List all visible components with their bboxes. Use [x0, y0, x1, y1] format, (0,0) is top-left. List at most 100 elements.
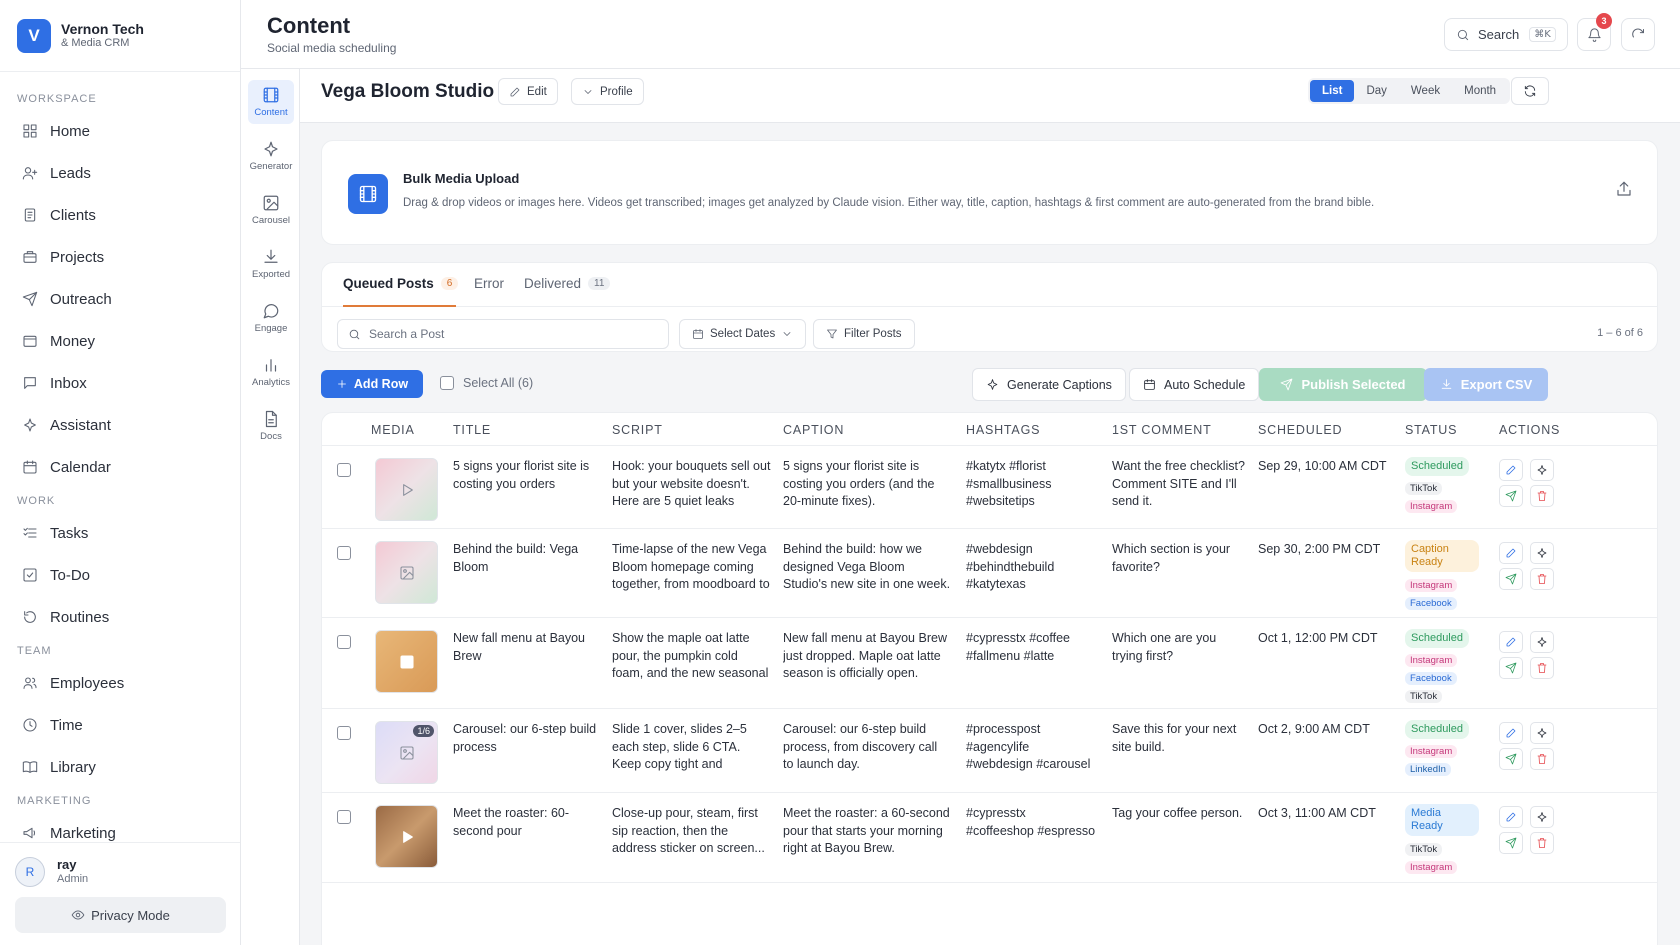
delete-row-button[interactable] [1530, 485, 1554, 507]
publish-row-button[interactable] [1499, 832, 1523, 854]
sidebar-item-projects[interactable]: Projects [0, 236, 240, 278]
publish-row-button[interactable] [1499, 485, 1523, 507]
clipboard-icon [22, 207, 38, 223]
view-week-button[interactable]: Week [1399, 80, 1452, 102]
sidebar-item-money[interactable]: Money [0, 320, 240, 362]
row-checkbox[interactable] [337, 810, 351, 824]
view-day-button[interactable]: Day [1354, 80, 1398, 102]
publish-row-button[interactable] [1499, 748, 1523, 770]
tab-delivered[interactable]: Delivered 11 [524, 276, 611, 291]
brand[interactable]: V Vernon Tech & Media CRM [0, 0, 240, 72]
rail-item-analytics[interactable]: Analytics [248, 350, 294, 394]
post-search-input[interactable]: Search a Post [337, 319, 669, 349]
rail-item-label: Docs [260, 431, 282, 442]
rail-item-docs[interactable]: Docs [248, 404, 294, 448]
table-row[interactable]: 5 signs your florist site is costing you… [322, 446, 1657, 529]
publish-row-button[interactable] [1499, 657, 1523, 679]
media-thumbnail[interactable] [375, 541, 438, 604]
sidebar-item-routines[interactable]: Routines [0, 596, 240, 638]
pencil-icon [1505, 547, 1517, 559]
select-dates-button[interactable]: Select Dates [679, 319, 807, 349]
sidebar-item-to-do[interactable]: To-Do [0, 554, 240, 596]
filter-posts-button[interactable]: Filter Posts [813, 319, 915, 349]
delete-row-button[interactable] [1530, 657, 1554, 679]
sidebar-item-library[interactable]: Library [0, 746, 240, 788]
rail-item-exported[interactable]: Exported [248, 242, 294, 286]
sidebar-item-tasks[interactable]: Tasks [0, 512, 240, 554]
generate-captions-button[interactable]: Generate Captions [972, 368, 1126, 401]
add-row-button[interactable]: Add Row [321, 370, 423, 398]
table-row[interactable]: Behind the build: Vega Bloom Time-lapse o… [322, 529, 1657, 618]
rail-item-generator[interactable]: Generator [248, 134, 294, 178]
search-icon [1456, 28, 1470, 42]
row-checkbox[interactable] [337, 635, 351, 649]
media-thumbnail[interactable] [375, 458, 438, 521]
edit-row-button[interactable] [1499, 806, 1523, 828]
edit-row-button[interactable] [1499, 631, 1523, 653]
checkbox[interactable] [440, 376, 454, 390]
post-scheduled-time: Sep 30, 2:00 PM CDT [1258, 542, 1381, 556]
generate-captions-label: Generate Captions [1007, 377, 1112, 392]
refresh-button[interactable] [1511, 77, 1549, 105]
rail-item-content[interactable]: Content [248, 80, 294, 124]
row-checkbox[interactable] [337, 546, 351, 560]
sidebar-item-clients[interactable]: Clients [0, 194, 240, 236]
sidebar-item-outreach[interactable]: Outreach [0, 278, 240, 320]
generate-row-button[interactable] [1530, 806, 1554, 828]
table-row[interactable]: 1/6 Carousel: our 6-step build process Sli… [322, 709, 1657, 793]
sidebar-item-employees[interactable]: Employees [0, 662, 240, 704]
studio-bar: Vega Bloom Studio Edit Profile List Day We… [300, 69, 1680, 123]
edit-row-button[interactable] [1499, 459, 1523, 481]
redo-button[interactable] [1621, 18, 1655, 51]
sidebar-item-home[interactable]: Home [0, 110, 240, 152]
media-thumbnail[interactable]: 1/6 [375, 721, 438, 784]
user-profile[interactable]: R ray Admin [0, 843, 240, 887]
sidebar-item-assistant[interactable]: Assistant [0, 404, 240, 446]
upload-card-icon-box [348, 174, 388, 214]
table-row[interactable]: Meet the roaster: 60-second pour Close-up… [322, 793, 1657, 883]
rail-item-carousel[interactable]: Carousel [248, 188, 294, 232]
sidebar-item-leads[interactable]: Leads [0, 152, 240, 194]
image-icon [262, 194, 280, 212]
notifications-button[interactable]: 3 [1577, 13, 1612, 51]
table-row[interactable]: New fall menu at Bayou Brew Show the mapl… [322, 618, 1657, 709]
upload-button[interactable] [1615, 180, 1633, 198]
publish-selected-button[interactable]: Publish Selected [1259, 368, 1427, 401]
post-scheduled-time: Sep 29, 10:00 AM CDT [1258, 459, 1387, 473]
tab-queued-posts[interactable]: Queued Posts 6 [343, 276, 459, 291]
delete-row-button[interactable] [1530, 832, 1554, 854]
profile-dropdown-button[interactable]: Profile [571, 78, 644, 105]
edit-row-button[interactable] [1499, 722, 1523, 744]
media-thumbnail[interactable] [375, 630, 438, 693]
edit-row-button[interactable] [1499, 542, 1523, 564]
rail-item-engage[interactable]: Engage [248, 296, 294, 340]
view-month-button[interactable]: Month [1452, 80, 1508, 102]
generate-row-button[interactable] [1530, 542, 1554, 564]
view-list-button[interactable]: List [1310, 80, 1355, 102]
sidebar-item-calendar[interactable]: Calendar [0, 446, 240, 488]
publish-row-button[interactable] [1499, 568, 1523, 590]
global-search-button[interactable]: Search ⌘K [1444, 18, 1568, 51]
post-title: Carousel: our 6-step build process [453, 722, 597, 754]
delete-row-button[interactable] [1530, 568, 1554, 590]
export-csv-button[interactable]: Export CSV [1424, 368, 1548, 401]
bulk-actions-row: Add Row Select All (6) Generate Captions… [300, 368, 1680, 401]
sidebar-item-marketing[interactable]: Marketing [0, 812, 240, 842]
bulk-upload-dropzone[interactable]: Bulk Media Upload Drag & drop videos or … [321, 140, 1658, 245]
send-icon [1505, 837, 1517, 849]
edit-studio-button[interactable]: Edit [498, 78, 558, 105]
generate-row-button[interactable] [1530, 722, 1554, 744]
privacy-mode-button[interactable]: Privacy Mode [15, 897, 226, 933]
delete-row-button[interactable] [1530, 748, 1554, 770]
row-checkbox[interactable] [337, 463, 351, 477]
post-first-comment: Save this for your next site build. [1112, 722, 1237, 754]
select-all-checkbox[interactable]: Select All (6) [440, 376, 533, 390]
tab-error[interactable]: Error [474, 276, 504, 291]
generate-row-button[interactable] [1530, 631, 1554, 653]
auto-schedule-button[interactable]: Auto Schedule [1129, 368, 1260, 401]
generate-row-button[interactable] [1530, 459, 1554, 481]
row-checkbox[interactable] [337, 726, 351, 740]
sidebar-item-time[interactable]: Time [0, 704, 240, 746]
sidebar-item-inbox[interactable]: Inbox [0, 362, 240, 404]
media-thumbnail[interactable] [375, 805, 438, 868]
